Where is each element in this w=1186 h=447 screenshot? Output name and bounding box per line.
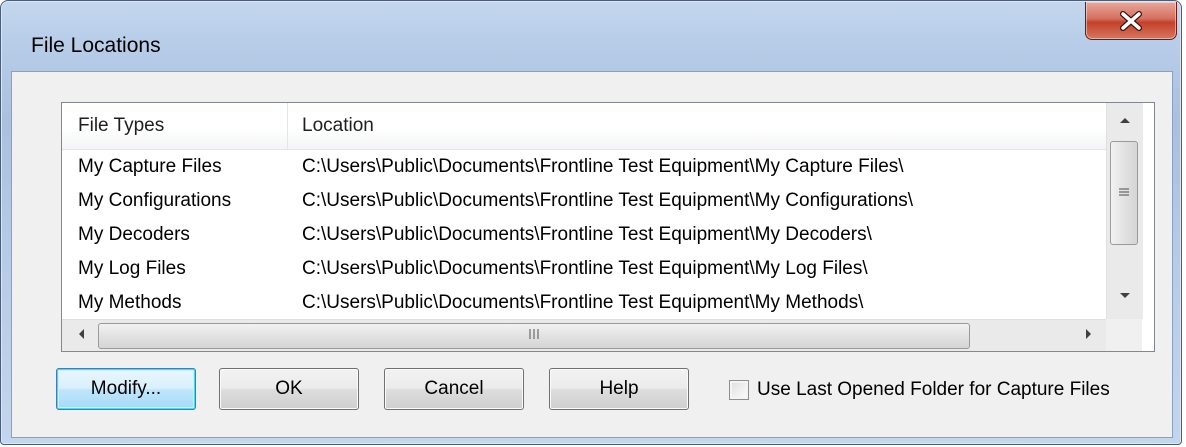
horizontal-scroll-thumb[interactable]	[98, 323, 970, 349]
modify-button[interactable]: Modify...	[56, 368, 196, 410]
dialog-body: File Types Location My Capture Files C:\…	[11, 71, 1173, 438]
scroll-up-arrow-icon	[1119, 111, 1131, 129]
scroll-down-arrow-icon	[1119, 287, 1131, 305]
use-last-opened-folder-option[interactable]: Use Last Opened Folder for Capture Files	[729, 376, 1110, 404]
grip-icon	[1118, 184, 1130, 202]
close-icon	[1119, 10, 1143, 31]
cancel-button[interactable]: Cancel	[384, 368, 524, 410]
vertical-scroll-thumb[interactable]	[1110, 141, 1138, 245]
scroll-right-arrow-icon	[1085, 327, 1093, 345]
file-type-cell: My Log Files	[78, 258, 186, 279]
use-last-opened-folder-checkbox[interactable]	[729, 380, 749, 400]
file-type-cell: My Configurations	[78, 190, 232, 211]
close-button[interactable]	[1085, 2, 1177, 40]
scroll-left-button[interactable]	[64, 320, 98, 351]
list-row[interactable]: My Configurations C:\Users\Public\Docume…	[62, 184, 1106, 218]
ok-button[interactable]: OK	[219, 368, 359, 410]
scroll-left-arrow-icon	[77, 327, 85, 345]
scroll-up-button[interactable]	[1107, 103, 1143, 137]
location-cell: C:\Users\Public\Documents\Frontline Test…	[302, 292, 864, 313]
list-rows: My Capture Files C:\Users\Public\Documen…	[62, 150, 1106, 320]
horizontal-scrollbar[interactable]	[62, 319, 1106, 351]
list-row[interactable]: My Log Files C:\Users\Public\Documents\F…	[62, 252, 1106, 286]
location-cell: C:\Users\Public\Documents\Frontline Test…	[302, 224, 872, 245]
list-header: File Types Location	[62, 103, 1106, 150]
dialog-title: File Locations	[31, 34, 161, 57]
vertical-scrollbar[interactable]	[1106, 103, 1143, 319]
location-cell: C:\Users\Public\Documents\Frontline Test…	[302, 156, 904, 177]
file-type-cell: My Capture Files	[78, 156, 222, 177]
column-header-location[interactable]: Location	[288, 103, 1106, 149]
list-row[interactable]: My Capture Files C:\Users\Public\Documen…	[62, 150, 1106, 184]
list-row[interactable]: My Methods C:\Users\Public\Documents\Fro…	[62, 286, 1106, 320]
scroll-down-button[interactable]	[1107, 279, 1143, 313]
grip-icon	[528, 327, 540, 345]
location-cell: C:\Users\Public\Documents\Frontline Test…	[302, 258, 868, 279]
scrollbar-corner	[1106, 319, 1142, 351]
location-cell: C:\Users\Public\Documents\Frontline Test…	[302, 190, 914, 211]
checkbox-label: Use Last Opened Folder for Capture Files	[757, 379, 1110, 400]
file-locations-dialog: File Locations File Types Location My Ca…	[0, 0, 1182, 445]
column-header-file-types[interactable]: File Types	[62, 103, 288, 149]
file-locations-list[interactable]: File Types Location My Capture Files C:\…	[61, 102, 1155, 352]
file-type-cell: My Decoders	[78, 224, 190, 245]
help-button[interactable]: Help	[549, 368, 689, 410]
file-type-cell: My Methods	[78, 292, 182, 313]
list-row[interactable]: My Decoders C:\Users\Public\Documents\Fr…	[62, 218, 1106, 252]
scroll-right-button[interactable]	[1072, 320, 1106, 351]
